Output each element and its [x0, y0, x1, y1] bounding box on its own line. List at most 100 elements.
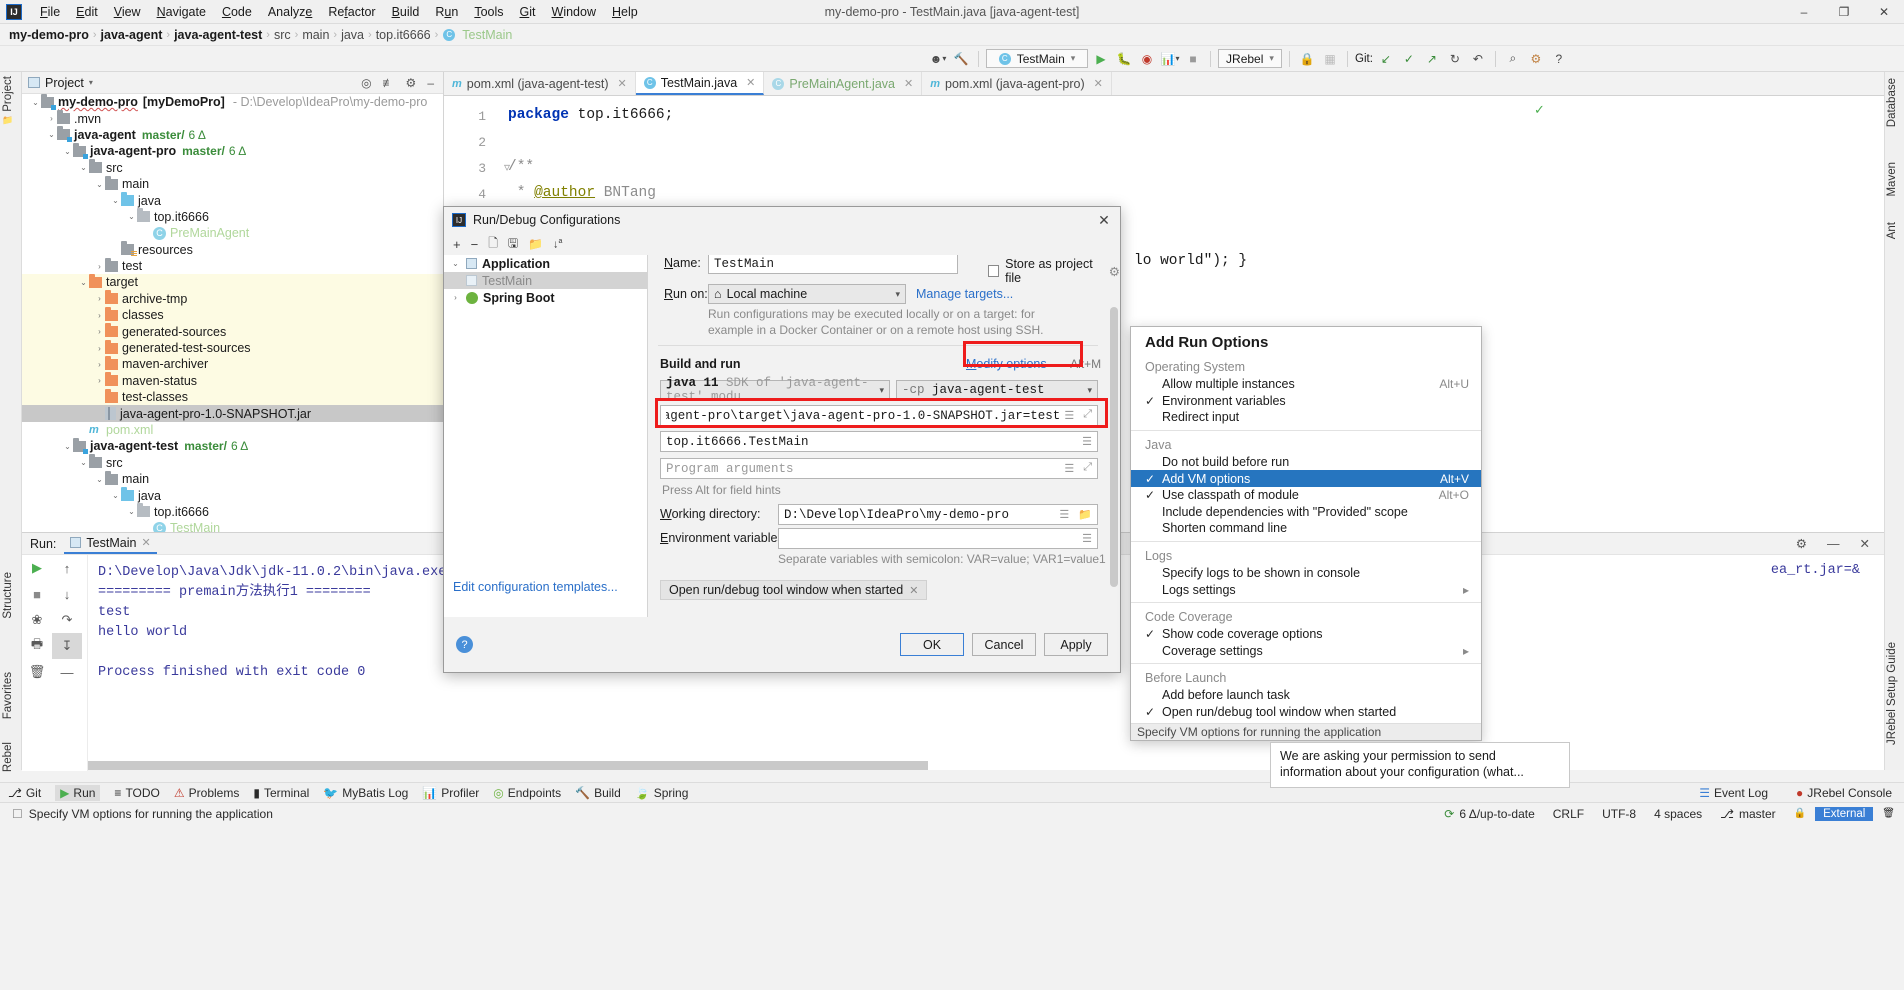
sort-icon[interactable]: ↓a	[553, 238, 562, 251]
breadcrumb-item-3[interactable]: src	[271, 28, 294, 42]
indent-setting[interactable]: 4 spaces	[1645, 807, 1711, 821]
tool-button-run[interactable]: ▶ Run	[55, 784, 101, 801]
line-separator[interactable]: CRLF	[1544, 807, 1593, 821]
breadcrumb-item-1[interactable]: java-agent	[98, 28, 166, 42]
sidebar-item-structure[interactable]: Structure	[2, 572, 14, 619]
close-icon[interactable]: ✕	[746, 76, 755, 89]
tool-button-spring[interactable]: 🍃 Spring	[635, 786, 689, 800]
gear-icon[interactable]: ⚙	[1790, 536, 1813, 551]
chevron-right-icon[interactable]: ›	[450, 293, 461, 302]
chevron-down-icon[interactable]: ⌄	[110, 196, 121, 205]
expand-list-icon[interactable]: ☰	[1064, 462, 1074, 476]
chevron-down-icon[interactable]: ⌄	[94, 475, 105, 484]
config-group-application[interactable]: ⌄ Application	[444, 255, 647, 272]
help-icon[interactable]: ?	[456, 636, 473, 653]
chevron-right-icon[interactable]: ›	[94, 262, 105, 271]
run-button[interactable]: ▶	[1091, 49, 1111, 69]
thread-dump-icon[interactable]: ❀	[22, 607, 52, 633]
tool-button-event-log[interactable]: ☰ Event Log	[1699, 786, 1768, 800]
editor-tab-1[interactable]: C TestMain.java ✕	[635, 72, 765, 95]
popup-item-include-dependencies-with-provided-scope[interactable]: Include dependencies with "Provided" sco…	[1131, 504, 1481, 521]
popup-item-do-not-build-before-run[interactable]: Do not build before run	[1131, 454, 1481, 471]
checkbox-icon[interactable]	[988, 265, 1000, 277]
popup-item-coverage-settings[interactable]: Coverage settings ▸	[1131, 643, 1481, 660]
git-history-icon[interactable]: ↻	[1445, 49, 1465, 69]
tool-button-build[interactable]: 🔨 Build	[575, 786, 621, 800]
maximize-button[interactable]: ❐	[1824, 0, 1864, 24]
project-tree[interactable]: ⌄ my-demo-pro [myDemoPro] - D:\Develop\Idea…	[22, 94, 443, 532]
person-icon[interactable]: ☻ ▾	[928, 49, 948, 69]
sidebar-item-database[interactable]: Database	[1886, 78, 1898, 127]
popup-item-open-run-debug-tool-window-when-started[interactable]: ✓ Open run/debug tool window when started	[1131, 704, 1481, 721]
modify-options-link[interactable]: Modify options	[966, 357, 1047, 371]
breadcrumb-item-7[interactable]: TestMain	[459, 28, 515, 42]
name-input[interactable]: TestMain	[708, 255, 958, 274]
apply-button[interactable]: Apply	[1044, 633, 1108, 656]
run-tab-testmain[interactable]: TestMain ✕	[64, 534, 157, 554]
tree-node-top-it6666[interactable]: ⌄ top.it6666	[22, 208, 443, 225]
horizontal-scrollbar[interactable]	[88, 761, 928, 770]
stop-icon[interactable]: ■	[22, 581, 52, 607]
menu-edit[interactable]: Edit	[68, 3, 106, 21]
breadcrumb-item-5[interactable]: java	[338, 28, 367, 42]
scroll-up-icon[interactable]: ↑	[52, 555, 82, 581]
trash-icon[interactable]: 🗑	[1873, 808, 1904, 819]
tree-node-src[interactable]: ⌄ src	[22, 159, 443, 176]
tool-button-terminal[interactable]: ▮ Terminal	[253, 786, 309, 800]
cancel-button[interactable]: Cancel	[972, 633, 1036, 656]
notification-toast[interactable]: We are asking your permission to send in…	[1270, 742, 1570, 788]
program-arguments-input[interactable]: Program arguments ☰ ⤢	[660, 458, 1098, 479]
tree-node-main[interactable]: ⌄ main	[22, 470, 443, 487]
chevron-down-icon[interactable]: ⌄	[1055, 359, 1063, 370]
remove-config-button[interactable]: −	[471, 237, 479, 252]
tree-node-top-it6666[interactable]: ⌄ top.it6666	[22, 503, 443, 520]
settings-icon[interactable]: ⚙	[403, 76, 420, 90]
chevron-down-icon[interactable]: ⌄	[126, 507, 137, 516]
clear-all-icon[interactable]: 🗑	[22, 659, 52, 685]
breadcrumb-item-4[interactable]: main	[299, 28, 332, 42]
folder-icon[interactable]: 📁	[1078, 508, 1092, 522]
project-panel-title[interactable]: Project	[45, 76, 84, 90]
more-icon[interactable]: —	[52, 659, 82, 685]
tool-button-endpoints[interactable]: ◎ Endpoints	[493, 786, 561, 800]
tree-node-resources[interactable]: resources	[22, 241, 443, 258]
tree-node-target[interactable]: ⌄ target	[22, 273, 443, 291]
tree-node-generated-sources[interactable]: › generated-sources	[22, 323, 443, 340]
store-as-project-file-row[interactable]: Store as project file ⚙	[988, 257, 1120, 285]
chevron-down-icon[interactable]: ▾	[89, 78, 93, 87]
tree-node-classes[interactable]: › classes	[22, 306, 443, 324]
vm-options-input[interactable]: java-agent\java-agent-pro\target\java-ag…	[660, 405, 1098, 427]
tree-node-maven-status[interactable]: › maven-status	[22, 372, 443, 390]
print-icon[interactable]: 🖶	[22, 633, 52, 659]
tree-node-src[interactable]: ⌄ src	[22, 454, 443, 471]
chevron-right-icon[interactable]: ›	[94, 311, 105, 320]
config-item-testmain[interactable]: TestMain	[444, 272, 647, 289]
chevron-right-icon[interactable]: ›	[46, 114, 57, 123]
close-icon[interactable]: ✕	[141, 536, 150, 549]
sidebar-item-project[interactable]: Project	[2, 76, 14, 112]
popup-item-use-classpath-of-module[interactable]: ✓ Use classpath of module Alt+O	[1131, 487, 1481, 504]
dialog-close-button[interactable]: ✕	[1094, 211, 1114, 229]
tree-node-archive-tmp[interactable]: › archive-tmp	[22, 290, 443, 308]
sync-status[interactable]: ⟳ 6 Δ/up-to-date	[1435, 807, 1543, 821]
breadcrumb-item-0[interactable]: my-demo-pro	[6, 28, 92, 42]
chevron-down-icon[interactable]: ⌄	[78, 163, 89, 172]
chevron-down-icon[interactable]: ⌄	[78, 458, 89, 467]
tree-node-java-agent-pro-1-0-snapshot-jar[interactable]: java-agent-pro-1.0-SNAPSHOT.jar	[22, 405, 443, 422]
scroll-down-icon[interactable]: ↓	[52, 581, 82, 607]
expand-list-icon[interactable]: ☰	[1082, 532, 1092, 546]
expand-editor-icon[interactable]: ⤢	[1083, 462, 1092, 476]
menu-build[interactable]: Build	[384, 3, 428, 21]
tree-node-my-demo-pro[interactable]: ⌄ my-demo-pro [myDemoPro] - D:\Develop\Idea…	[22, 94, 443, 110]
tool-button-jrebel-console[interactable]: ● JRebel Console	[1796, 786, 1892, 800]
expand-list-icon[interactable]: ☰	[1059, 508, 1069, 522]
save-icon[interactable]: 🖫	[508, 234, 518, 255]
edit-configuration-templates-link[interactable]: Edit configuration templates...	[453, 580, 618, 594]
tool-button-git[interactable]: ⎇ Git	[8, 786, 41, 800]
chevron-down-icon[interactable]: ⌄	[30, 98, 41, 107]
tree-node-maven-archiver[interactable]: › maven-archiver	[22, 355, 443, 373]
jdk-selector[interactable]: java 11 SDK of 'java-agent-test' modu ▾	[660, 376, 890, 404]
expand-list-icon[interactable]: ☰	[1082, 435, 1092, 449]
git-push-icon[interactable]: ↗	[1422, 49, 1442, 69]
expand-editor-icon[interactable]: ⤢	[1083, 409, 1092, 423]
